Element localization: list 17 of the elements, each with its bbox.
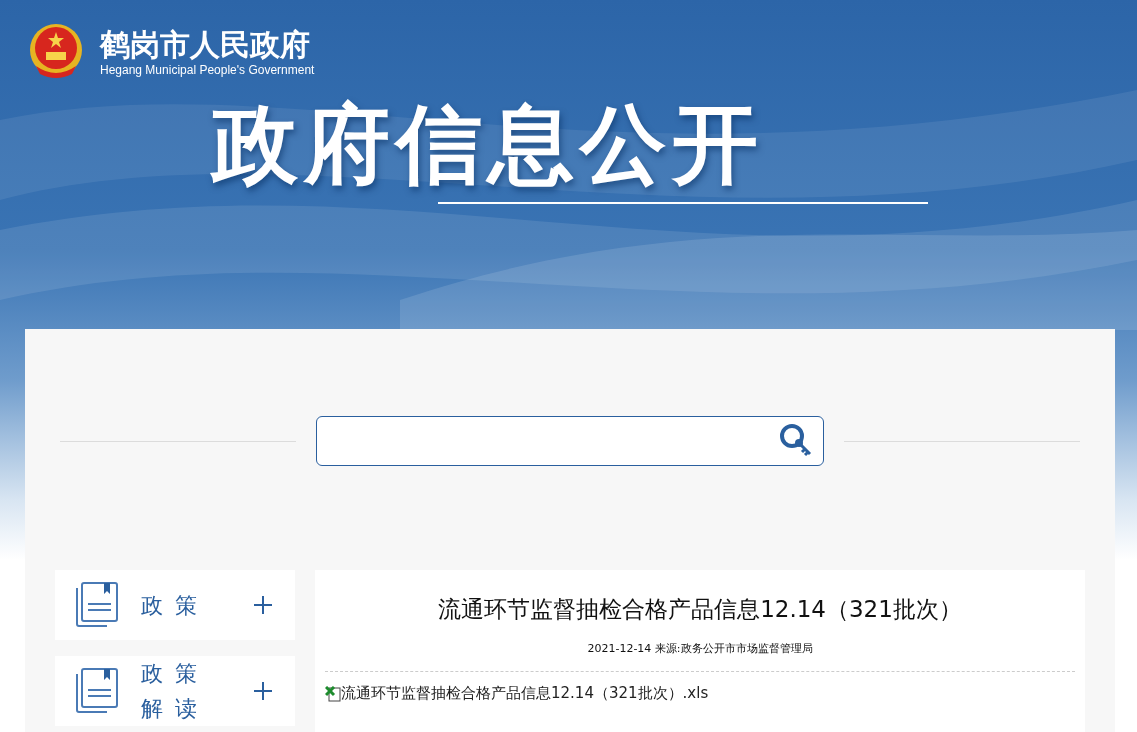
expand-icon[interactable]	[253, 681, 273, 701]
article-meta: 2021-12-14 来源:政务公开市市场监督管理局	[586, 641, 814, 656]
site-name-english: Hegang Municipal People's Government	[100, 63, 315, 77]
banner-title: 政府信息公开	[212, 94, 765, 194]
search-field[interactable]	[316, 416, 824, 466]
article-title: 流通环节监督抽检合格产品信息12.14（321批次）	[437, 595, 963, 624]
sidebar-label: 政策	[141, 591, 197, 620]
site-name: 鹤岗市人民政府	[100, 27, 311, 63]
expand-icon[interactable]	[253, 595, 273, 615]
book-icon	[75, 668, 119, 714]
spreadsheet-icon	[325, 685, 341, 702]
sidebar-label: 政策解读	[141, 660, 197, 723]
attachment-link[interactable]: 流通环节监督抽检合格产品信息12.14（321批次）.xls	[341, 684, 709, 703]
sidebar-item[interactable]: 政策	[55, 570, 295, 640]
sidebar-item[interactable]: 政策解读	[55, 656, 295, 726]
book-icon	[75, 582, 119, 628]
search-icon[interactable]	[779, 423, 813, 459]
